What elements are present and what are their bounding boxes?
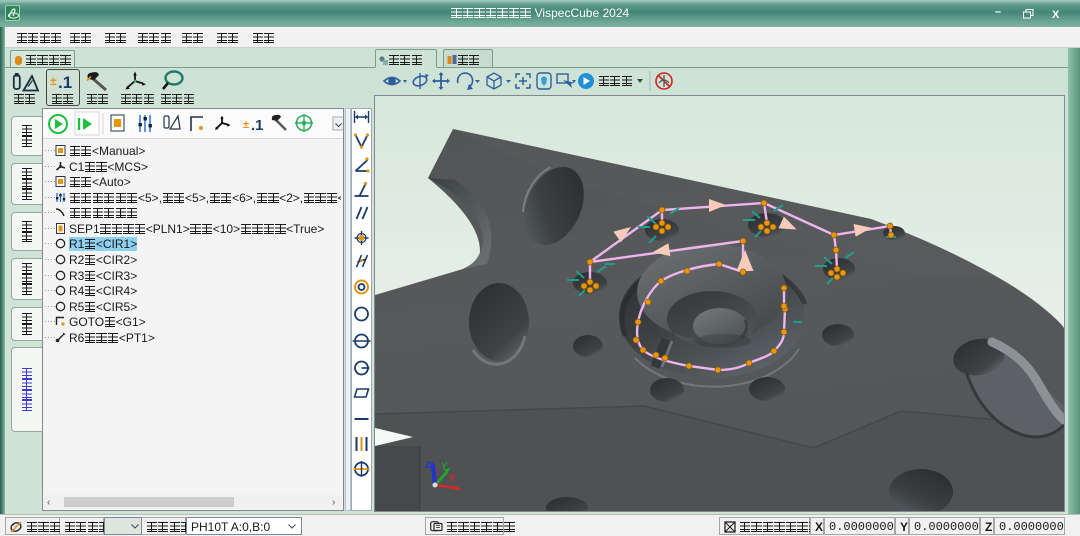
svg-text:±: ± bbox=[50, 74, 57, 88]
svg-text:Z: Z bbox=[424, 460, 431, 470]
svg-text:.1: .1 bbox=[251, 117, 264, 134]
svg-text:±: ± bbox=[243, 119, 249, 131]
svg-text:Y: Y bbox=[441, 461, 448, 471]
svg-text:.1: .1 bbox=[58, 73, 72, 92]
svg-text:X: X bbox=[448, 473, 456, 483]
